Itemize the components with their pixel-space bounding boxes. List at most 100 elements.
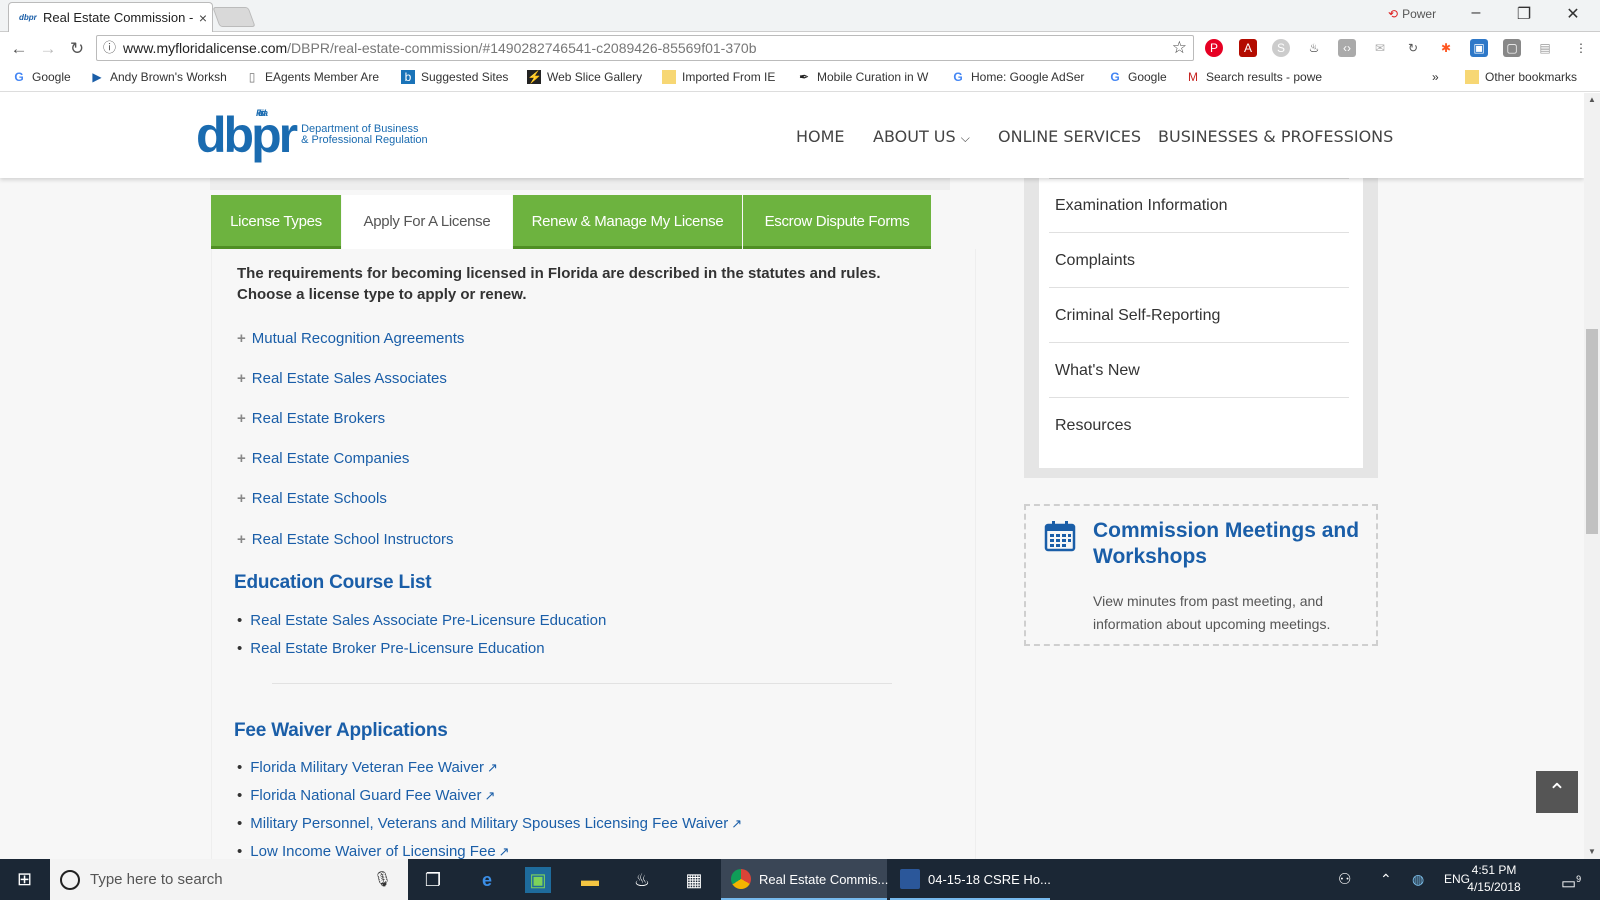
notifications-icon[interactable]: ▭9 bbox=[1561, 859, 1581, 900]
mail-icon[interactable]: ✉ bbox=[1371, 39, 1389, 57]
accordion-mutual-recognition[interactable]: + Mutual Recognition Agreements bbox=[237, 330, 464, 347]
bookmark-item[interactable]: ▯ EAgents Member Are bbox=[245, 70, 390, 84]
bookmark-item[interactable]: ⚡ Web Slice Gallery bbox=[527, 70, 652, 84]
chevron-up-icon[interactable]: ⌃ bbox=[1380, 859, 1392, 900]
tab-license-types[interactable]: License Types bbox=[211, 195, 341, 249]
bookmark-item[interactable]: M Search results - powe bbox=[1186, 70, 1331, 84]
browser-tab[interactable]: dbpr Real Estate Commission - × bbox=[8, 2, 213, 32]
close-window-icon[interactable]: ✕ bbox=[1553, 4, 1593, 24]
profile-button[interactable]: ⟲ Power bbox=[1388, 7, 1436, 21]
menu-icon[interactable]: ⋮ bbox=[1572, 39, 1590, 57]
bullet: • bbox=[237, 843, 243, 859]
taskbar-app-chrome[interactable]: Real Estate Commis... bbox=[721, 859, 888, 900]
fee-waiver-link[interactable]: Florida Military Veteran Fee Waiver bbox=[250, 759, 484, 776]
extension-icon[interactable]: ▢ bbox=[1503, 39, 1521, 57]
tab-apply-for-license[interactable]: Apply For A License bbox=[342, 195, 512, 249]
google-icon: G bbox=[953, 70, 963, 84]
bookmarks-overflow-button[interactable]: » bbox=[1432, 70, 1446, 84]
commission-meetings-box[interactable]: Commission Meetings and Workshops View m… bbox=[1024, 504, 1378, 646]
reload-icon[interactable]: ↻ bbox=[66, 39, 88, 59]
edge-icon[interactable]: e bbox=[474, 867, 500, 893]
dbpr-logo[interactable]: dbpr Florida Department of Business & Pr… bbox=[196, 107, 428, 163]
chrome-icon bbox=[731, 869, 751, 889]
back-to-top-button[interactable]: ⌃ bbox=[1536, 771, 1578, 813]
meetings-title[interactable]: Commission Meetings and Workshops bbox=[1093, 518, 1363, 570]
back-icon[interactable]: ← bbox=[8, 39, 30, 59]
other-bookmarks-folder[interactable]: Other bookmarks bbox=[1465, 70, 1595, 84]
bookmark-label: Mobile Curation in W bbox=[817, 70, 929, 84]
fee-waiver-link[interactable]: Low Income Waiver of Licensing Fee bbox=[250, 843, 495, 859]
site-header: dbpr Florida Department of Business & Pr… bbox=[0, 93, 1584, 178]
fee-waiver-link[interactable]: Florida National Guard Fee Waiver bbox=[250, 787, 481, 804]
sidebar-item-examination[interactable]: Examination Information bbox=[1049, 179, 1349, 233]
fee-waiver-link[interactable]: Military Personnel, Veterans and Militar… bbox=[250, 815, 728, 832]
forward-icon[interactable]: → bbox=[37, 39, 59, 59]
windows-start-icon[interactable]: ⊞ bbox=[0, 859, 49, 900]
accordion-school-instructors[interactable]: + Real Estate School Instructors bbox=[237, 531, 454, 548]
close-tab-icon[interactable]: × bbox=[194, 10, 212, 26]
curation-icon: ✒ bbox=[798, 70, 810, 84]
nav-online-services[interactable]: ONLINE SERVICES bbox=[998, 127, 1141, 146]
gear-ext-icon[interactable]: ✱ bbox=[1437, 39, 1455, 57]
system-clock[interactable]: 4:51 PM 4/15/2018 bbox=[1454, 862, 1534, 896]
page-scrollbar[interactable]: ▲ ▼ bbox=[1584, 93, 1600, 859]
bookmark-item[interactable]: G Google bbox=[1108, 70, 1178, 84]
file-explorer-icon[interactable]: ▬ bbox=[577, 867, 603, 893]
microphone-icon[interactable]: 🎙 bbox=[373, 859, 392, 900]
accordion-sales-associates[interactable]: + Real Estate Sales Associates bbox=[237, 370, 447, 387]
nav-about-us[interactable]: ABOUT US ⌵ bbox=[873, 127, 970, 146]
calculator-icon[interactable]: ▦ bbox=[681, 867, 707, 893]
task-view-icon[interactable]: ❐ bbox=[420, 867, 446, 893]
scrollbar-thumb[interactable] bbox=[1586, 329, 1598, 534]
logo-dept-line2: & Professional Regulation bbox=[301, 134, 428, 146]
bookmark-item[interactable]: G Google bbox=[12, 70, 80, 84]
sidebar-item-resources[interactable]: Resources bbox=[1049, 399, 1349, 453]
scroll-down-icon[interactable]: ▼ bbox=[1584, 847, 1600, 856]
sidebar-item-criminal-self-reporting[interactable]: Criminal Self-Reporting bbox=[1049, 289, 1349, 343]
minimize-icon[interactable]: – bbox=[1456, 4, 1496, 22]
pinterest-icon[interactable]: P bbox=[1205, 39, 1223, 57]
tab-escrow-dispute[interactable]: Escrow Dispute Forms bbox=[743, 195, 931, 249]
sidebar-item-complaints[interactable]: Complaints bbox=[1049, 234, 1349, 288]
taskbar-app-word[interactable]: 04-15-18 CSRE Ho... bbox=[890, 859, 1051, 900]
restore-icon[interactable]: ❐ bbox=[1504, 4, 1544, 24]
bookmark-item[interactable]: ✒ Mobile Curation in W bbox=[797, 70, 937, 84]
info-icon[interactable]: ⓘ bbox=[103, 36, 116, 60]
nav-businesses-professions[interactable]: BUSINESSES & PROFESSIONS bbox=[1158, 127, 1393, 146]
refresh-ext-icon[interactable]: ↻ bbox=[1404, 39, 1422, 57]
logo-state: Florida bbox=[256, 108, 268, 118]
code-icon[interactable]: ‹› bbox=[1338, 39, 1356, 57]
accordion-companies[interactable]: + Real Estate Companies bbox=[237, 450, 409, 467]
image-ext-icon[interactable]: ▤ bbox=[1536, 39, 1554, 57]
scroll-up-icon[interactable]: ▲ bbox=[1584, 95, 1600, 104]
bookmark-star-icon[interactable]: ☆ bbox=[1172, 36, 1187, 60]
education-link[interactable]: Real Estate Broker Pre-Licensure Educati… bbox=[250, 640, 544, 657]
logo-text: dbpr bbox=[196, 107, 298, 163]
bookmark-item[interactable]: ▶ Andy Brown's Worksh bbox=[90, 70, 230, 84]
pdf-icon[interactable]: A bbox=[1239, 39, 1257, 57]
bookmark-item[interactable]: b Suggested Sites bbox=[401, 70, 516, 84]
tab-renew-manage[interactable]: Renew & Manage My License bbox=[513, 195, 742, 249]
bookmark-item[interactable]: Imported From IE bbox=[662, 70, 787, 84]
flame-icon[interactable]: ♨ bbox=[1305, 39, 1323, 57]
education-link[interactable]: Real Estate Sales Associate Pre-Licensur… bbox=[250, 612, 606, 629]
translate-icon[interactable]: ▣ bbox=[1470, 39, 1488, 57]
flame-app-icon[interactable]: ♨ bbox=[629, 867, 655, 893]
people-icon[interactable]: ⚇ bbox=[1338, 859, 1351, 900]
list-item: • Low Income Waiver of Licensing Fee ↗ bbox=[237, 843, 510, 859]
nav-home[interactable]: HOME bbox=[796, 127, 845, 146]
chevron-up-icon: ⌃ bbox=[1547, 779, 1567, 804]
intro-text: The requirements for becoming licensed i… bbox=[237, 265, 881, 303]
skype-icon[interactable]: S bbox=[1272, 39, 1290, 57]
accordion-brokers[interactable]: + Real Estate Brokers bbox=[237, 410, 385, 427]
sidebar-item-whats-new[interactable]: What's New bbox=[1049, 344, 1349, 398]
accordion-label: Mutual Recognition Agreements bbox=[251, 330, 465, 347]
list-item: • Florida National Guard Fee Waiver ↗ bbox=[237, 787, 495, 804]
new-tab-button[interactable] bbox=[212, 7, 256, 27]
address-bar[interactable]: ⓘ www.myfloridalicense.com/DBPR/real-est… bbox=[96, 35, 1194, 61]
store-icon[interactable]: ▣ bbox=[525, 867, 551, 893]
taskbar-search-box[interactable]: Type here to search 🎙 bbox=[50, 859, 408, 900]
bookmark-item[interactable]: G Home: Google AdSer bbox=[951, 70, 1096, 84]
network-icon[interactable]: ◍ bbox=[1412, 859, 1424, 900]
accordion-schools[interactable]: + Real Estate Schools bbox=[237, 490, 387, 507]
